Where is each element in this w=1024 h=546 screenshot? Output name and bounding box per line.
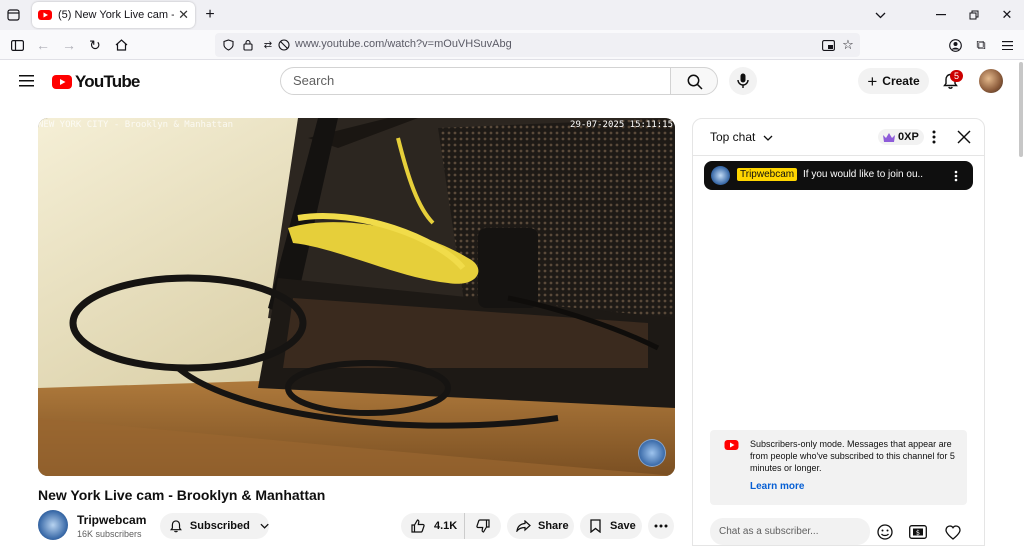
like-button[interactable]: 4.1K — [401, 513, 465, 539]
search-input[interactable]: Search — [280, 67, 671, 95]
voice-search-button[interactable] — [729, 67, 757, 95]
tracking-protection-shield-icon[interactable] — [221, 38, 235, 52]
video-frame-image — [38, 118, 675, 476]
learn-more-link[interactable]: Learn more — [750, 481, 804, 492]
chevron-down-icon — [260, 523, 269, 529]
like-count: 4.1K — [434, 520, 458, 532]
forward-icon[interactable]: → — [61, 37, 77, 53]
notification-count-badge: 5 — [950, 70, 963, 82]
home-icon[interactable] — [113, 37, 129, 53]
create-button[interactable]: + Create — [858, 68, 929, 94]
like-dislike-group: 4.1K — [401, 513, 501, 539]
minimize-window-icon[interactable] — [933, 7, 949, 23]
xp-badge[interactable]: 0XP — [878, 129, 924, 145]
emoji-icon[interactable] — [875, 522, 895, 542]
dislike-button[interactable] — [465, 513, 501, 539]
live-chat-panel: Top chat 0XP Tripwebcam If you would lik… — [692, 118, 985, 546]
chat-mode-label: Top chat — [710, 130, 756, 144]
subscriber-count: 16K subscribers — [77, 529, 142, 539]
subscribers-only-notice: Subscribers-only mode. Messages that app… — [710, 430, 967, 505]
sidebar-toggle-icon[interactable] — [9, 37, 25, 53]
youtube-favicon-icon — [38, 10, 52, 20]
pinned-message[interactable]: Tripwebcam If you would like to join ou.… — [704, 161, 973, 190]
crown-icon — [883, 132, 895, 142]
channel-name[interactable]: Tripwebcam — [77, 513, 146, 527]
permissions-icon[interactable]: ⇄ — [261, 38, 275, 52]
tab-title: (5) New York Live cam - Brooklyn & Manha… — [58, 9, 174, 21]
thumbs-down-icon — [476, 519, 490, 533]
chat-mode-selector[interactable]: Top chat — [710, 130, 773, 144]
tab-close-icon[interactable]: ✕ — [178, 7, 189, 23]
super-chat-icon[interactable]: $ — [907, 522, 929, 542]
share-button[interactable]: Share — [507, 513, 574, 539]
guide-menu-icon[interactable] — [17, 72, 35, 90]
save-label: Save — [610, 520, 636, 532]
autoplay-blocked-icon[interactable] — [277, 38, 291, 52]
more-horizontal-icon — [654, 524, 668, 528]
chat-header: Top chat 0XP — [693, 119, 984, 156]
account-icon[interactable] — [947, 37, 963, 53]
thumbs-up-icon — [411, 519, 425, 533]
new-tab-icon[interactable]: + — [202, 6, 218, 24]
pinned-author-badge: Tripwebcam — [737, 168, 798, 181]
bookmark-star-icon[interactable]: ☆ — [841, 37, 855, 52]
picture-in-picture-icon[interactable] — [821, 38, 835, 52]
camera-overlay-timestamp: 29-07-2025 15:11:15 — [570, 120, 673, 130]
chevron-down-icon — [763, 135, 773, 141]
search-button[interactable] — [670, 67, 718, 95]
list-all-tabs-icon[interactable] — [872, 7, 888, 23]
bookmark-icon — [590, 519, 601, 533]
subscribed-label: Subscribed — [189, 520, 250, 532]
plus-icon: + — [867, 71, 878, 91]
bell-icon — [170, 519, 182, 532]
pinned-message-text: If you would like to join ou... — [803, 169, 923, 180]
camera-overlay-label: NEW YORK CITY - Brooklyn & Manhattan — [38, 120, 234, 130]
share-label: Share — [538, 520, 569, 532]
chat-input[interactable]: Chat as a subscriber... — [710, 518, 870, 545]
more-actions-button[interactable] — [648, 513, 674, 539]
youtube-logo[interactable]: YouTube — [52, 72, 140, 92]
reload-icon[interactable]: ↻ — [87, 37, 103, 53]
youtube-play-logo-icon — [52, 75, 72, 89]
youtube-notice-icon — [724, 440, 739, 450]
notice-text: Subscribers-only mode. Messages that app… — [750, 439, 955, 473]
microphone-icon — [737, 73, 749, 88]
back-icon[interactable]: ← — [35, 37, 51, 53]
user-avatar[interactable] — [979, 69, 1003, 93]
close-window-icon[interactable]: ✕ — [999, 7, 1015, 23]
youtube-logo-text: YouTube — [75, 72, 140, 91]
extensions-icon[interactable]: ⧉ — [973, 37, 989, 53]
restore-window-icon[interactable] — [966, 7, 982, 23]
search-icon — [687, 74, 703, 90]
video-title: New York Live cam - Brooklyn & Manhattan — [38, 487, 326, 503]
pinned-more-icon[interactable] — [951, 168, 961, 183]
xp-value: 0XP — [898, 131, 919, 143]
page-scrollbar[interactable] — [1019, 62, 1023, 157]
save-button[interactable]: Save — [580, 513, 642, 539]
firefox-view-icon[interactable] — [5, 7, 21, 23]
lock-icon[interactable] — [241, 38, 255, 52]
heart-icon[interactable] — [943, 522, 963, 542]
browser-tab-active[interactable]: (5) New York Live cam - Brooklyn & Manha… — [32, 2, 195, 28]
app-menu-icon[interactable] — [999, 37, 1015, 53]
video-player[interactable]: NEW YORK CITY - Brooklyn & Manhattan 29-… — [38, 118, 675, 476]
channel-avatar[interactable] — [38, 510, 68, 540]
url-bar[interactable]: ⇄ www.youtube.com/watch?v=mOuVHSuvAbg ☆ — [215, 33, 860, 57]
create-label: Create — [882, 74, 920, 88]
pinned-author-avatar — [711, 166, 730, 185]
chat-more-options-icon[interactable] — [927, 129, 941, 145]
svg-text:$: $ — [916, 528, 920, 536]
browser-tab-bar: (5) New York Live cam - Brooklyn & Manha… — [0, 0, 1024, 30]
share-arrow-icon — [516, 520, 531, 532]
close-chat-icon[interactable] — [955, 128, 973, 146]
channel-watermark-icon[interactable] — [638, 439, 666, 467]
url-text: www.youtube.com/watch?v=mOuVHSuvAbg — [295, 38, 512, 50]
subscribed-button[interactable]: Subscribed — [160, 513, 269, 539]
browser-nav-bar: ← → ↻ ⇄ www.youtube.com/watch?v=mOuVHSuv… — [0, 30, 1024, 60]
